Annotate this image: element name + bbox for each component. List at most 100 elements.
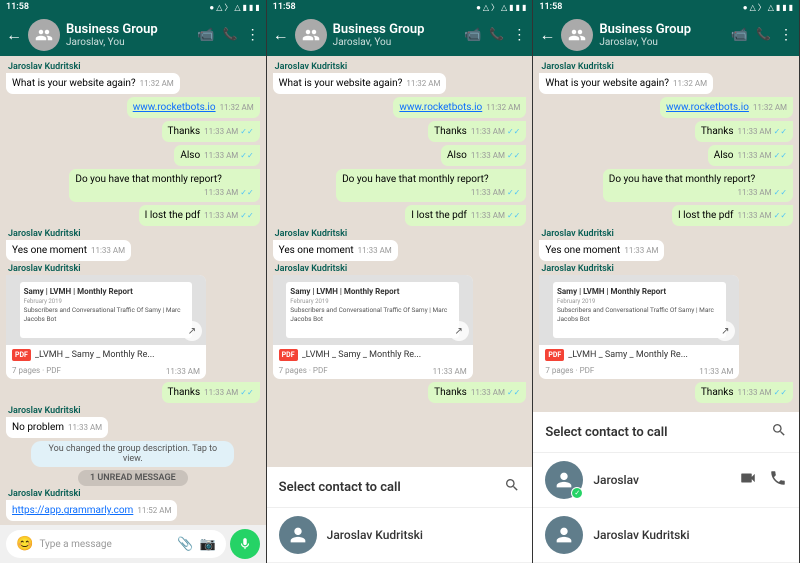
message-row: I lost the pdf11:33 AM ✓✓ — [6, 205, 260, 226]
mic-button[interactable] — [230, 529, 260, 559]
group-avatar — [561, 19, 593, 51]
status-icons: ● △ 〉 △ ▮ ▮ ▮ — [476, 2, 526, 13]
read-receipts: ✓✓ — [240, 188, 253, 197]
header-title: Business Group — [599, 22, 724, 37]
search-icon[interactable] — [504, 477, 520, 497]
message-time: 11:33 AM — [68, 423, 102, 433]
header-actions: 📹 📞 ⋮ — [731, 27, 793, 43]
message-row: Do you have that monthly report?11:33 AM… — [273, 169, 527, 202]
message-text: Thanks — [168, 126, 201, 137]
message-bubble-out: Thanks11:33 AM ✓✓ — [695, 382, 793, 403]
message-bubble-out: Thanks11:33 AM ✓✓ — [162, 121, 260, 142]
file-preview-inner: Samy | LVMH | Monthly Report February 20… — [286, 282, 459, 338]
header-subtitle: Jaroslav, You — [66, 37, 191, 48]
message-input-box[interactable]: 😊 Type a message 📎 📷 — [6, 530, 226, 558]
video-call-icon[interactable]: 📹 — [464, 27, 481, 43]
message-row: Do you have that monthly report?11:33 AM… — [539, 169, 793, 202]
message-bubble-out: Thanks11:33 AM ✓✓ — [695, 121, 793, 142]
share-button[interactable]: ↗ — [715, 321, 735, 341]
overlay-header: Select contact to call — [267, 467, 533, 508]
message-time: 11:33 AM ✓✓ — [204, 211, 254, 221]
message-text: Yes one moment — [545, 245, 620, 256]
message-bubble-in: What is your website again?11:32 AM — [539, 73, 713, 94]
share-button[interactable]: ↗ — [449, 321, 469, 341]
file-name: _LVMH _ Samy _ Monthly Re... — [302, 350, 467, 360]
attach-button[interactable]: 📎 — [177, 537, 193, 552]
message-time: 11:32 AM — [406, 79, 440, 89]
message-bubble-in: Yes one moment11:33 AM — [6, 240, 131, 261]
message-bubble-out: www.rocketbots.io11:32 AM — [660, 97, 793, 118]
video-call-button[interactable] — [739, 469, 757, 491]
message-row: Do you have that monthly report?11:33 AM… — [6, 169, 260, 202]
header-info: Business Group Jaroslav, You — [66, 22, 191, 48]
emoji-button[interactable]: 😊 — [16, 536, 33, 552]
message-row: Also11:33 AM ✓✓ — [539, 145, 793, 166]
contact-item[interactable]: Jaroslav Kudritski — [533, 508, 799, 563]
link-text[interactable]: https://app.grammarly.com — [12, 505, 133, 516]
message-sender: Jaroslav Kudritski — [6, 489, 260, 499]
message-text: What is your website again? — [279, 78, 403, 89]
back-button[interactable]: ← — [6, 25, 22, 45]
menu-icon[interactable]: ⋮ — [246, 27, 260, 43]
report-sub: Subscribers and Conversational Traffic O… — [24, 306, 189, 324]
report-title: Samy | LVMH | Monthly Report — [24, 286, 189, 297]
read-receipts: ✓✓ — [240, 127, 253, 136]
message-text: Also — [447, 150, 467, 161]
report-sub: Subscribers and Conversational Traffic O… — [557, 306, 722, 324]
message-sender: Jaroslav Kudritski — [6, 406, 260, 416]
file-preview: Samy | LVMH | Monthly Report February 20… — [6, 275, 206, 345]
message-row: I lost the pdf11:33 AM ✓✓ — [539, 205, 793, 226]
file-bubble[interactable]: Samy | LVMH | Monthly Report February 20… — [273, 275, 473, 379]
camera-button[interactable]: 📷 — [199, 537, 215, 552]
message-row: Thanks11:33 AM ✓✓ — [6, 121, 260, 142]
file-bubble[interactable]: Samy | LVMH | Monthly Report February 20… — [6, 275, 206, 379]
menu-icon[interactable]: ⋮ — [779, 27, 793, 43]
message-time: 11:33 AM ✓✓ — [471, 388, 521, 398]
back-button[interactable]: ← — [539, 25, 555, 45]
file-bubble[interactable]: Samy | LVMH | Monthly Report February 20… — [539, 275, 739, 379]
message-row: Jaroslav KudritskiYes one moment11:33 AM — [273, 229, 527, 261]
audio-call-button[interactable] — [769, 469, 787, 491]
link-text[interactable]: www.rocketbots.io — [133, 102, 216, 113]
status-icons: ● △ 〉 △ ▮ ▮ ▮ — [743, 2, 793, 13]
call-icon[interactable]: 📞 — [756, 27, 771, 43]
call-icon[interactable]: 📞 — [489, 27, 504, 43]
read-receipts: ✓✓ — [507, 127, 520, 136]
read-receipts: ✓✓ — [240, 388, 253, 397]
file-info: PDF _LVMH _ Samy _ Monthly Re... — [6, 345, 206, 365]
contact-item[interactable]: ✓Jaroslav — [533, 453, 799, 508]
back-button[interactable]: ← — [273, 25, 289, 45]
group-avatar — [28, 19, 60, 51]
contact-call-icons — [739, 469, 787, 491]
report-date: February 2019 — [557, 298, 722, 306]
chat-header: ← Business Group Jaroslav, You 📹 📞 ⋮ — [0, 14, 266, 56]
message-time: 11:33 AM ✓✓ — [471, 151, 521, 161]
report-date: February 2019 — [24, 298, 189, 306]
message-bubble-out: I lost the pdf11:33 AM ✓✓ — [405, 205, 526, 226]
search-icon[interactable] — [771, 422, 787, 442]
message-row: Thanks11:33 AM ✓✓ — [273, 382, 527, 403]
chat-panel-panel3: 11:58 ● △ 〉 △ ▮ ▮ ▮ ← Business Group Jar… — [533, 0, 800, 563]
call-icon[interactable]: 📞 — [223, 27, 238, 43]
message-text: Do you have that monthly report? — [342, 174, 488, 185]
message-time: 11:33 AM — [433, 367, 467, 376]
message-row: Also 11:33 AM ✓✓ — [273, 145, 527, 166]
status-bar: 11:58 ● △ 〉 △ ▮ ▮ ▮ — [267, 0, 533, 14]
message-text: Do you have that monthly report? — [75, 174, 221, 185]
share-button[interactable]: ↗ — [182, 321, 202, 341]
message-bubble-in: Yes one moment11:33 AM — [273, 240, 398, 261]
message-text: What is your website again? — [12, 78, 136, 89]
message-time: 11:33 AM — [91, 246, 125, 256]
message-text: Also — [714, 150, 734, 161]
menu-icon[interactable]: ⋮ — [512, 27, 526, 43]
contact-item[interactable]: Jaroslav Kudritski — [267, 508, 533, 563]
message-row: Jaroslav Kudritski Samy | LVMH | Monthly… — [6, 264, 260, 379]
pdf-icon: PDF — [12, 349, 31, 361]
status-icons: ● △ 〉 △ ▮ ▮ ▮ — [209, 2, 259, 13]
link-text[interactable]: www.rocketbots.io — [399, 102, 482, 113]
read-receipts: ✓✓ — [240, 211, 253, 220]
message-row: Jaroslav KudritskiWhat is your website a… — [273, 62, 527, 94]
link-text[interactable]: www.rocketbots.io — [666, 102, 749, 113]
video-call-icon[interactable]: 📹 — [731, 27, 748, 43]
video-call-icon[interactable]: 📹 — [197, 27, 214, 43]
